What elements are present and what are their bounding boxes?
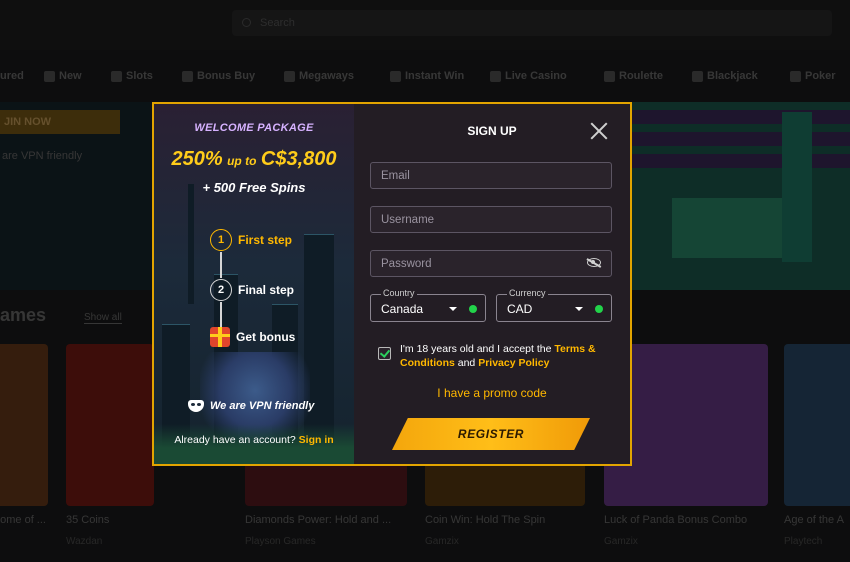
privacy-link[interactable]: Privacy Policy <box>478 357 549 369</box>
register-button[interactable]: REGISTER <box>392 418 590 450</box>
signup-modal: WELCOME PACKAGE 250% up to C$3,800 + 500… <box>152 102 632 466</box>
email-field[interactable] <box>370 162 612 189</box>
signup-form: SIGN UP Country Canada Currency CAD I'm … <box>354 104 630 464</box>
step-bonus: Get bonus <box>210 326 295 348</box>
chevron-down-icon <box>449 307 457 311</box>
vpn-friendly: We are VPN friendly <box>188 400 314 412</box>
welcome-promo-panel: WELCOME PACKAGE 250% up to C$3,800 + 500… <box>154 104 354 464</box>
signin-link[interactable]: Sign in <box>299 434 334 446</box>
bonus-upto: up to <box>227 154 257 168</box>
currency-value: CAD <box>507 302 533 316</box>
mask-icon <box>188 400 204 412</box>
step-label: First step <box>238 233 293 247</box>
status-dot-icon <box>469 305 477 313</box>
bonus-headline: 250% up to C$3,800 <box>154 148 354 171</box>
city-tower <box>188 184 194 304</box>
step-connector <box>220 252 222 278</box>
free-spins: + 500 Free Spins <box>202 180 306 195</box>
status-dot-icon <box>595 305 603 313</box>
gift-icon <box>210 327 230 347</box>
promo-code-link[interactable]: I have a promo code <box>354 386 630 400</box>
password-field[interactable] <box>370 250 612 277</box>
signup-title: SIGN UP <box>467 124 517 138</box>
step-label: Final step <box>238 283 295 297</box>
chevron-down-icon <box>575 307 583 311</box>
eye-off-icon[interactable] <box>587 258 601 267</box>
already-text: Already have an account? <box>174 434 296 446</box>
already-account: Already have an account? Sign in <box>154 434 354 446</box>
currency-label: Currency <box>507 288 548 298</box>
terms-text: I'm 18 years old and I accept the Terms … <box>400 343 596 369</box>
bonus-percent: 250% <box>171 148 223 170</box>
step-connector <box>220 302 222 328</box>
step-number: 2 <box>210 279 232 301</box>
page: Search ured New Slots Bonus Buy Megaways… <box>0 0 850 562</box>
username-field[interactable] <box>370 206 612 233</box>
currency-select[interactable]: Currency CAD <box>496 288 612 322</box>
terms-checkbox[interactable] <box>378 347 391 360</box>
vpn-label: We are VPN friendly <box>210 400 315 412</box>
bonus-amount: C$3,800 <box>260 148 337 170</box>
step-final: 2 Final step <box>210 279 294 301</box>
country-label: Country <box>381 288 417 298</box>
step-first: 1 First step <box>210 229 292 251</box>
welcome-package-title: WELCOME PACKAGE <box>194 122 314 134</box>
country-select[interactable]: Country Canada <box>370 288 486 322</box>
step-number: 1 <box>210 229 232 251</box>
country-value: Canada <box>381 302 424 316</box>
step-label: Get bonus <box>236 330 296 344</box>
close-icon[interactable] <box>590 122 608 140</box>
